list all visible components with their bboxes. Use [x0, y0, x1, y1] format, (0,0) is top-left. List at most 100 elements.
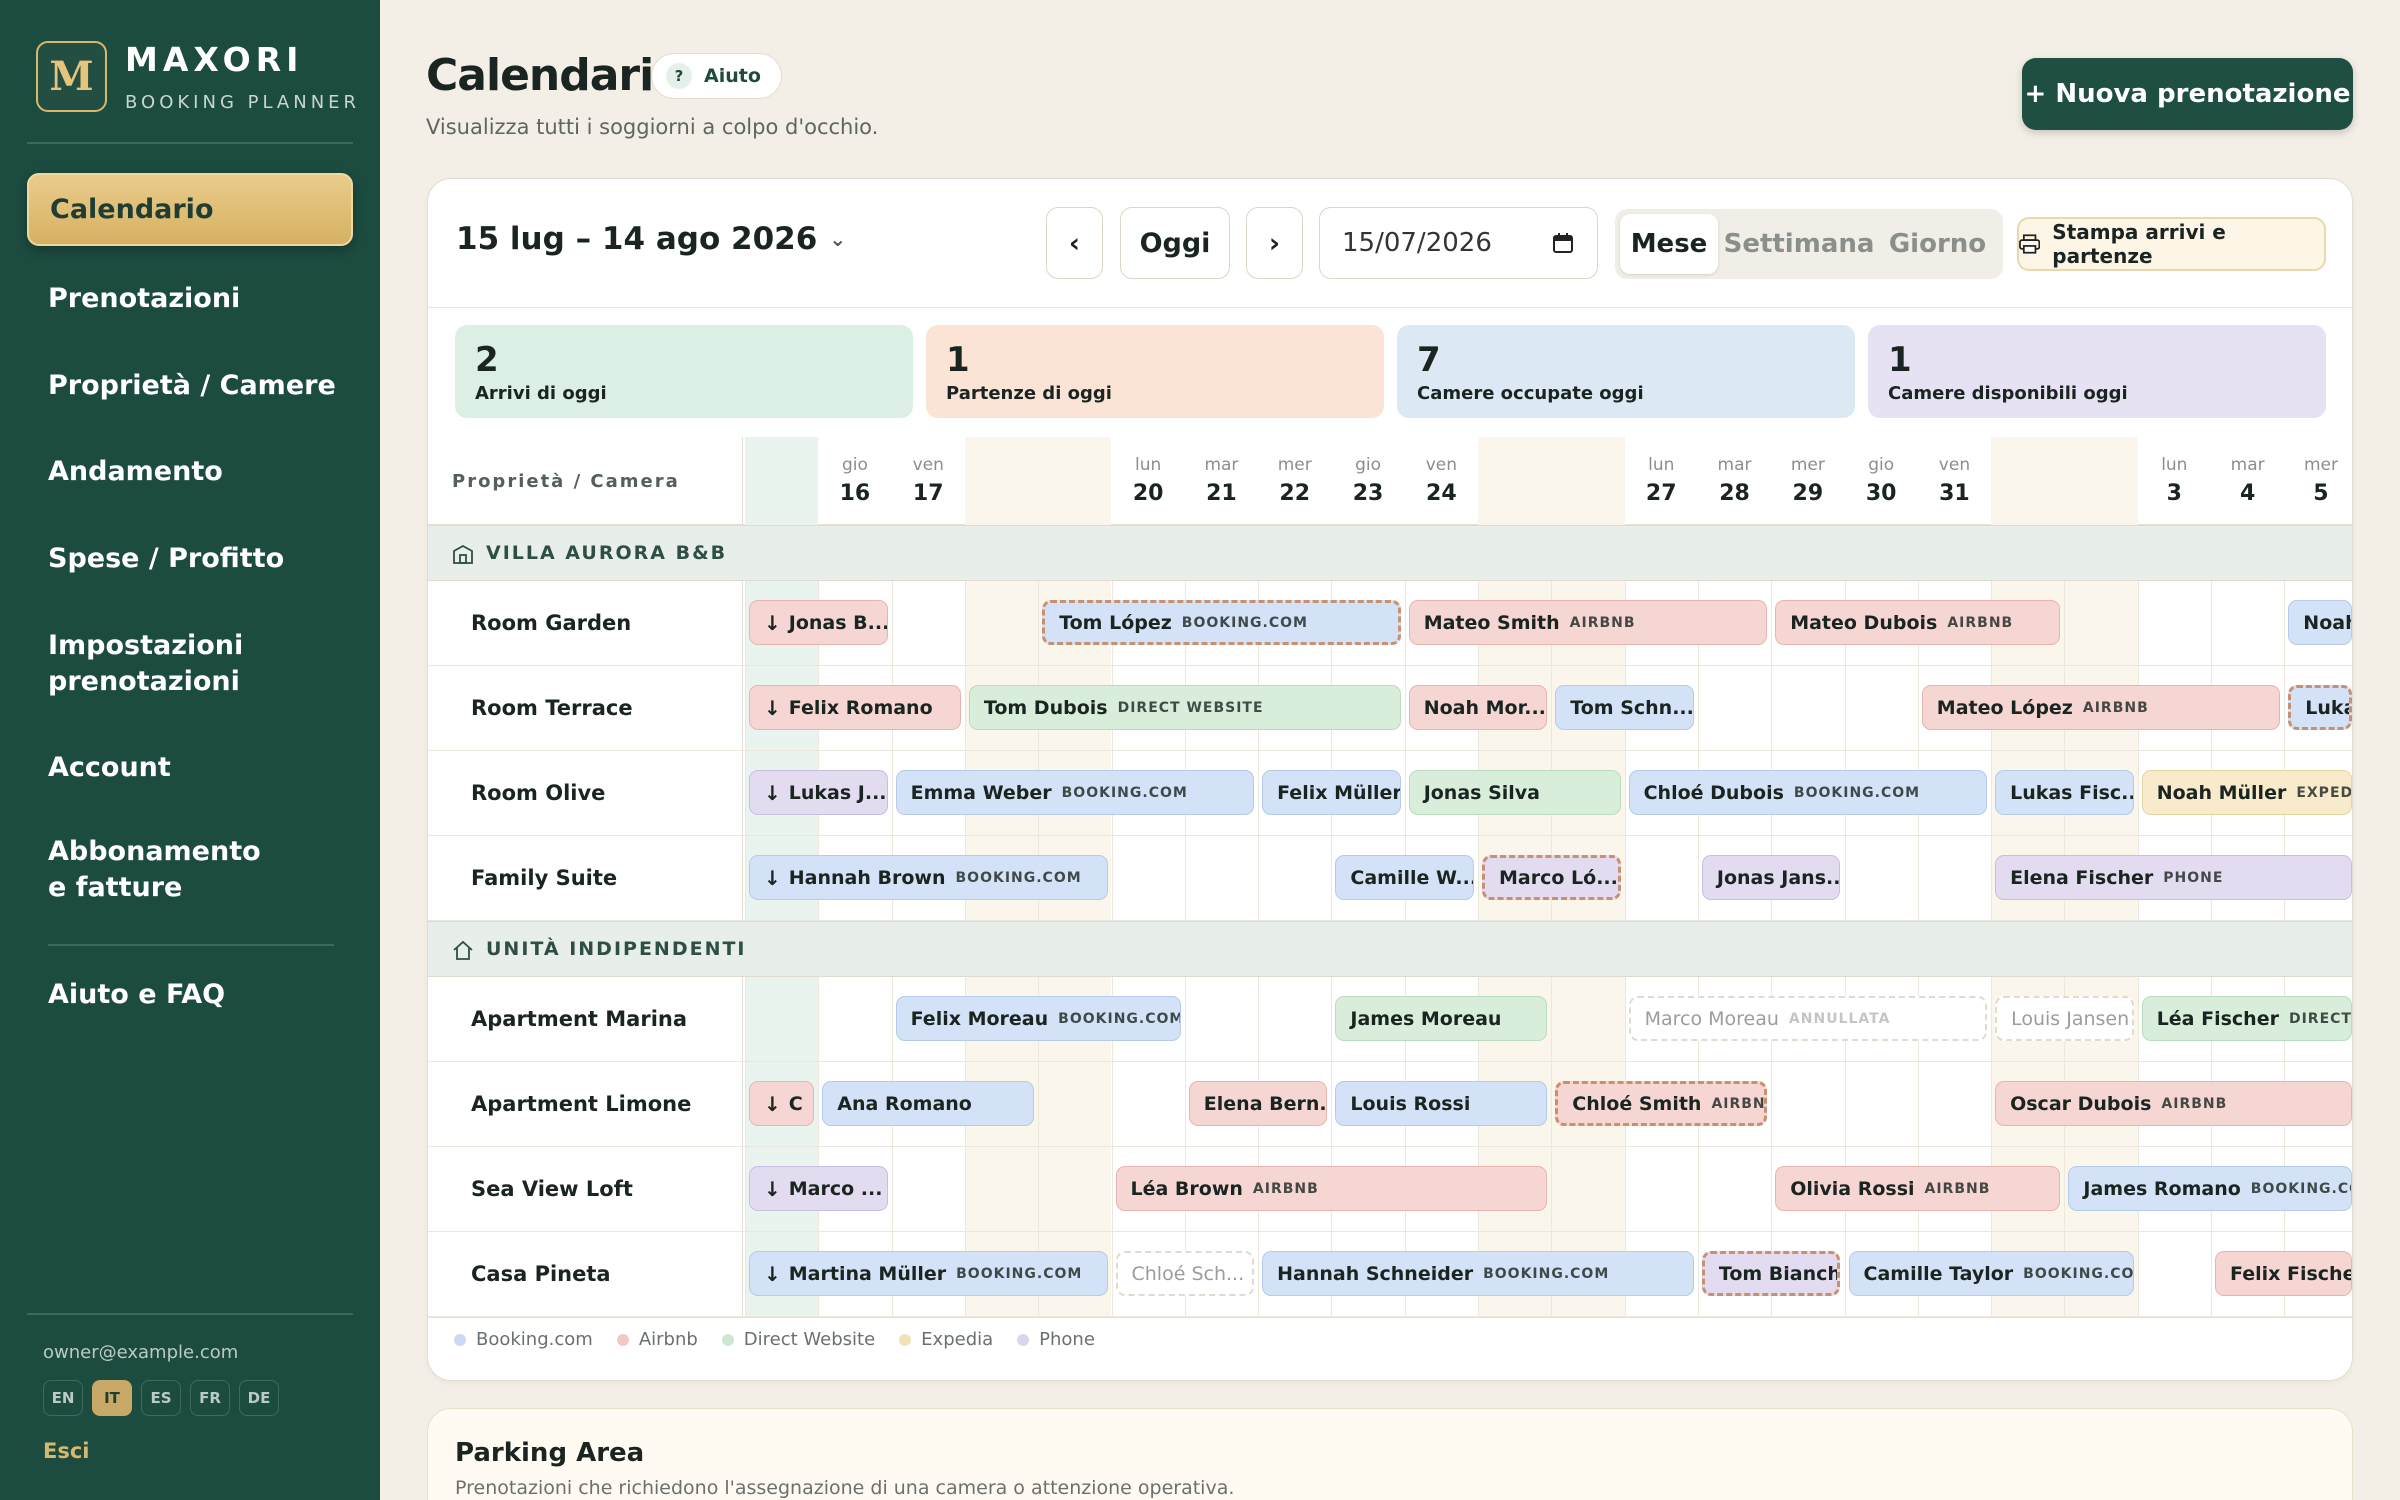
booking-bar[interactable]: ↓ Marco ... — [749, 1166, 888, 1211]
date-input[interactable] — [1342, 228, 1522, 258]
room-name[interactable]: Room Garden — [471, 611, 631, 635]
booking-bar[interactable]: Camille W... — [1335, 855, 1474, 900]
calendar-icon[interactable] — [1551, 231, 1575, 255]
booking-bar[interactable]: Noah Mor... — [1408, 685, 1548, 730]
booking-bar[interactable]: Tom López BOOKING.COM — [1042, 600, 1401, 645]
day-header[interactable]: mer 22 — [1258, 437, 1331, 525]
day-header[interactable]: ven 24 — [1405, 437, 1478, 525]
next-button[interactable]: › — [1246, 207, 1303, 279]
booking-guest: Marco Moreau — [1644, 1007, 1779, 1030]
booking-bar[interactable]: Ana Romano — [822, 1081, 1035, 1126]
booking-bar[interactable]: James Romano BOOKING.COM — [2068, 1166, 2352, 1211]
day-header[interactable]: mar 28 — [1698, 437, 1771, 525]
booking-bar[interactable]: Noah — [2288, 600, 2352, 645]
day-header[interactable]: gio 30 — [1845, 437, 1918, 525]
lang-it[interactable]: IT — [92, 1380, 132, 1416]
lang-en[interactable]: EN — [43, 1380, 83, 1416]
booking-bar[interactable]: Tom Bianchi — [1701, 1251, 1841, 1296]
booking-bar[interactable]: ↓ Felix Romano — [749, 685, 961, 730]
sidebar-item-spese-profitto[interactable]: Spese / Profitto — [27, 522, 353, 595]
booking-bar[interactable]: Mateo Dubois AIRBNB — [1775, 600, 2061, 645]
room-name[interactable]: Apartment Limone — [471, 1092, 691, 1116]
view-giorno[interactable]: Giorno — [1880, 214, 1995, 274]
booking-bar[interactable]: Léa Brown AIRBNB — [1115, 1166, 1548, 1211]
sidebar-item-andamento[interactable]: Andamento — [27, 435, 353, 508]
lang-fr[interactable]: FR — [190, 1380, 230, 1416]
logout-link[interactable]: Esci — [43, 1439, 90, 1463]
booking-bar[interactable]: Jonas Silva — [1408, 770, 1621, 815]
lang-es[interactable]: ES — [141, 1380, 181, 1416]
booking-bar[interactable]: Felix Müller — [1262, 770, 1401, 815]
sidebar-item-impostazioni-prenotazioni[interactable]: Impostazioni prenotazioni — [27, 622, 287, 706]
booking-bar[interactable]: Léa Fischer DIRECT WEB — [2141, 996, 2352, 1041]
print-arrivals-button[interactable]: Stampa arrivi e partenze — [2017, 217, 2326, 271]
booking-bar[interactable]: Olivia Rossi AIRBNB — [1775, 1166, 2061, 1211]
booking-bar[interactable]: Noah Müller EXPEDIA — [2141, 770, 2352, 815]
day-header[interactable]: lun 20 — [1112, 437, 1185, 525]
booking-bar[interactable]: Louis Rossi — [1335, 1081, 1548, 1126]
booking-bar[interactable]: Mateo Smith AIRBNB — [1408, 600, 1768, 645]
date-picker[interactable] — [1319, 207, 1598, 279]
booking-bar[interactable]: Marco Ló... — [1482, 855, 1621, 900]
today-button[interactable]: Oggi — [1120, 207, 1230, 279]
day-header[interactable]: mer 5 — [2284, 437, 2352, 525]
booking-bar[interactable]: Lukas — [2288, 685, 2352, 730]
room-name[interactable]: Room Terrace — [471, 696, 633, 720]
sidebar-item-account[interactable]: Account — [27, 731, 353, 804]
booking-bar[interactable]: Emma Weber BOOKING.COM — [895, 770, 1255, 815]
booking-bar[interactable]: Oscar Dubois AIRBNB — [1995, 1081, 2352, 1126]
sidebar-item-label: Proprietà / Camere — [48, 369, 336, 401]
day-header[interactable]: ven 17 — [892, 437, 965, 525]
booking-bar[interactable]: Mateo López AIRBNB — [1921, 685, 2281, 730]
booking-bar[interactable]: Marco Moreau ANNULLATA — [1628, 996, 1988, 1041]
room-name[interactable]: Family Suite — [471, 866, 617, 890]
booking-guest: Felix Romano — [788, 696, 933, 719]
prev-button[interactable]: ‹ — [1046, 207, 1103, 279]
sidebar-item-aiuto-faq[interactable]: Aiuto e FAQ — [27, 958, 353, 1031]
booking-bar[interactable]: ↓ Martina Müller BOOKING.COM — [749, 1251, 1108, 1296]
booking-bar[interactable]: ↓ Hannah Brown BOOKING.COM — [749, 855, 1108, 900]
booking-bar[interactable]: Hannah Schneider BOOKING.COM — [1262, 1251, 1694, 1296]
day-header[interactable]: gio 23 — [1331, 437, 1404, 525]
sidebar-item-prenotazioni[interactable]: Prenotazioni — [27, 262, 353, 335]
new-booking-button[interactable]: + Nuova prenotazione — [2022, 58, 2353, 130]
sidebar-item-abbonamento-fatture[interactable]: Abbonamento e fatture — [27, 828, 287, 912]
booking-bar[interactable]: Louis Jansen — [1995, 996, 2134, 1041]
booking-bar[interactable]: Chloé Smith AIRBNB — [1555, 1081, 1768, 1126]
day-header[interactable]: mar 4 — [2211, 437, 2284, 525]
day-header[interactable]: lun 27 — [1625, 437, 1698, 525]
sidebar-item-proprieta-camere[interactable]: Proprietà / Camere — [27, 349, 353, 422]
booking-bar[interactable]: Tom Schn... — [1555, 685, 1694, 730]
lang-de[interactable]: DE — [239, 1380, 279, 1416]
sidebar-item-calendario[interactable]: Calendario — [27, 173, 353, 246]
room-name[interactable]: Room Olive — [471, 781, 605, 805]
room-name[interactable]: Casa Pineta — [471, 1262, 611, 1286]
day-header[interactable]: lun 3 — [2138, 437, 2211, 525]
room-name[interactable]: Apartment Marina — [471, 1007, 687, 1031]
booking-bar[interactable]: ↓ C — [749, 1081, 815, 1126]
booking-bar[interactable]: Felix Fischer — [2215, 1251, 2352, 1296]
day-header[interactable]: mer 29 — [1771, 437, 1844, 525]
booking-bar[interactable]: ↓ Lukas J... — [749, 770, 888, 815]
booking-guest: Tom López — [1059, 611, 1172, 634]
day-number: 24 — [1426, 481, 1457, 506]
booking-bar[interactable]: Elena Fischer PHONE — [1995, 855, 2352, 900]
booking-bar[interactable]: ↓ Jonas B... — [749, 600, 888, 645]
help-button[interactable]: ? Aiuto — [651, 53, 782, 99]
booking-bar[interactable]: Jonas Jans... — [1701, 855, 1841, 900]
booking-bar[interactable]: James Moreau — [1335, 996, 1548, 1041]
day-header[interactable]: ven 31 — [1918, 437, 1991, 525]
view-mese[interactable]: Mese — [1620, 214, 1718, 274]
day-header[interactable]: gio 16 — [818, 437, 891, 525]
booking-bar[interactable]: Felix Moreau BOOKING.COM — [895, 996, 1181, 1041]
booking-bar[interactable]: Tom Dubois DIRECT WEBSITE — [968, 685, 1401, 730]
room-name[interactable]: Sea View Loft — [471, 1177, 633, 1201]
view-settimana[interactable]: Settimana — [1724, 214, 1875, 274]
booking-bar[interactable]: Lukas Fisc... — [1995, 770, 2134, 815]
booking-bar[interactable]: Chloé Dubois BOOKING.COM — [1628, 770, 1988, 815]
booking-bar[interactable]: Elena Bern... — [1188, 1081, 1328, 1126]
booking-bar[interactable]: Camille Taylor BOOKING.COM — [1848, 1251, 2134, 1296]
range-selector[interactable]: 15 lug – 14 ago 2026 ⌄ — [456, 221, 846, 257]
day-header[interactable]: mar 21 — [1185, 437, 1258, 525]
booking-bar[interactable]: Chloé Sch... — [1115, 1251, 1255, 1296]
